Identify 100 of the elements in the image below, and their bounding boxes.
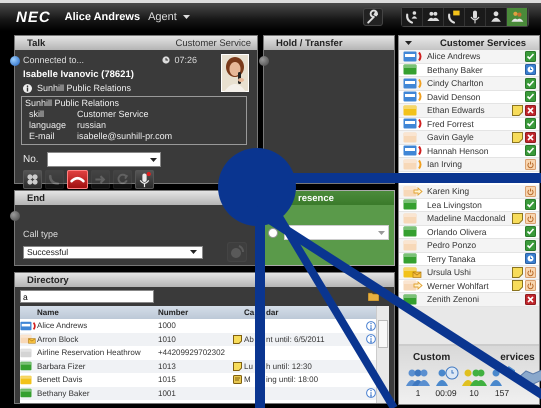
info-icon[interactable] [366, 334, 376, 344]
panel-title: End [27, 192, 45, 204]
redo-icon [118, 173, 128, 184]
column-header[interactable]: Number [158, 308, 233, 317]
stat-value: 1 [416, 388, 420, 398]
queue-name: Customer Service [176, 38, 251, 48]
call-type-dropdown[interactable]: Successful [23, 246, 203, 258]
search-field[interactable]: a [20, 290, 154, 303]
company-name: Sunhill Public Relations [37, 83, 132, 93]
table-cell-text: 1001 [158, 388, 177, 398]
table-cell-text: 1015 [158, 375, 177, 384]
field-label: language [29, 120, 68, 131]
logo: NEC [16, 8, 51, 26]
column-header[interactable]: dar [266, 308, 278, 317]
agent-row[interactable]: Madeline Macdonald [399, 212, 539, 226]
info-icon[interactable] [366, 388, 376, 398]
folder-icon[interactable] [368, 292, 379, 301]
table-cell-text: M [244, 375, 252, 384]
agent-row[interactable]: Gavin Gayle [399, 131, 539, 144]
role-dropdown[interactable]: Agent [148, 11, 190, 23]
mode-button[interactable] [423, 8, 444, 26]
calls-icon [489, 366, 515, 386]
table-cell-text: 1013 [158, 362, 177, 371]
number-field[interactable] [46, 152, 161, 167]
note-icon [233, 362, 242, 371]
table-cell-text: +44209929702302 [158, 348, 226, 358]
field-label: E-mail [29, 131, 56, 142]
summary-title: ervices [500, 352, 535, 363]
table-cell: ing until: 18:00 [266, 375, 318, 384]
panel-title: Directory [27, 274, 69, 286]
agent-row[interactable]: Ian Irving [399, 158, 539, 172]
dropdown-arrow-icon [182, 15, 190, 19]
user-name: Alice Andrews [64, 11, 140, 23]
stat-value: 00:09 [435, 388, 457, 398]
panel-title: resence [298, 192, 334, 204]
table-cell-text: Bethany Baker [37, 388, 90, 398]
table-cell: Lu [244, 362, 254, 371]
caller-name: Isabelle Ivanovic (78621) [23, 69, 135, 80]
phone-person-icon [404, 9, 420, 25]
dialpad-icon [27, 174, 38, 185]
call-duration: 07:26 [174, 55, 197, 65]
collapse-icon[interactable] [405, 41, 412, 45]
table-cell-text: 1010 [158, 334, 177, 344]
table-cell: Ab [244, 334, 254, 344]
panel-title: Hold / Transfer [276, 38, 343, 48]
mode-button[interactable] [402, 8, 423, 26]
dropdown-arrow-icon [150, 158, 157, 162]
details-heading: Sunhill Public Relations [25, 98, 120, 109]
field-label: skill [29, 109, 45, 120]
agent-row[interactable]: Ethan Edwards [399, 104, 539, 118]
table-cell-text: Barbara Fizer [37, 362, 86, 371]
agent-row[interactable]: Zenith Zenoni [399, 293, 539, 306]
mode-button[interactable] [444, 8, 465, 26]
arrow-icon [94, 175, 106, 184]
table-cell-text: 1000 [158, 321, 177, 330]
agent-row[interactable]: Alice Andrews [399, 50, 539, 64]
table-cell: h until: 12:30 [266, 362, 312, 371]
field-value: russian [77, 120, 108, 131]
field-value: isabelle@sunhill-pr.com [77, 131, 174, 142]
phone-mail-icon [446, 9, 462, 25]
table-cell-text: Alice Andrews [37, 321, 88, 330]
agent-row[interactable]: Cindy Charlton [399, 77, 539, 90]
column-header[interactable]: Name [37, 308, 158, 317]
radio-button[interactable] [268, 228, 278, 238]
wait-icon [433, 366, 459, 386]
mode-button[interactable] [507, 8, 528, 26]
dropdown-arrow-icon [190, 250, 197, 254]
meeting-icon [233, 375, 242, 384]
note-icon [233, 334, 242, 344]
info-icon [23, 84, 32, 92]
call-status: Connected to... [23, 55, 84, 65]
dialpad-button[interactable] [23, 170, 42, 189]
table-cell: nt until: 6/5/2011 [266, 334, 325, 344]
agent-row[interactable]: Ursula Ushi [399, 266, 539, 280]
agent-row[interactable]: Karen King [399, 185, 539, 198]
handset-icon [70, 176, 85, 182]
settings-button[interactable] [363, 8, 383, 26]
microphone-icon [140, 172, 151, 188]
mode-button[interactable] [486, 8, 507, 26]
person-icon [488, 9, 504, 25]
wrench-icon [365, 9, 381, 25]
panel-title: Talk [27, 38, 46, 48]
clock-icon [162, 56, 170, 64]
timer-icon [229, 244, 245, 260]
stat-value: 10 [469, 388, 479, 398]
team-icon [509, 9, 525, 25]
mic-button[interactable] [135, 170, 154, 189]
number-label: No. [23, 154, 39, 165]
hangup-button[interactable] [67, 170, 88, 189]
agent-row[interactable]: Pedro Ponzo [399, 239, 539, 252]
column-header[interactable]: Ca [244, 308, 254, 317]
mode-button[interactable] [465, 8, 486, 26]
phone-icon [48, 174, 60, 186]
table-cell-text: Benett Davis [37, 375, 84, 384]
call-type-label: Call type [23, 229, 60, 239]
stat-value: 157 [494, 388, 510, 398]
table-cell-text: Airline Reservation Heathrow [37, 348, 142, 358]
dropdown-arrow-icon [378, 230, 385, 234]
info-icon[interactable] [366, 320, 376, 331]
queue-title: Customer Services [440, 38, 526, 48]
